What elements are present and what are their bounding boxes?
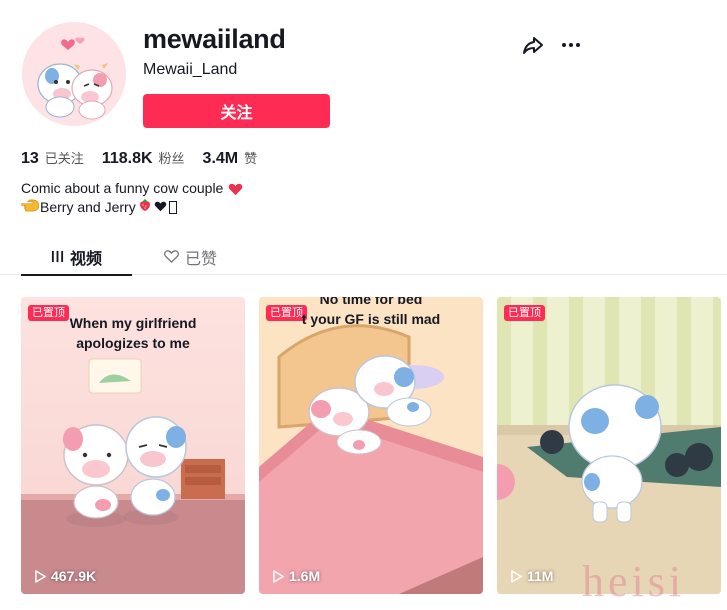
profile-bio: Comic about a funny cow couple Berry and… <box>21 179 243 217</box>
video-thumbnail <box>497 297 721 594</box>
video-card[interactable]: 已置顶 11M <box>497 297 721 594</box>
red-heart-icon <box>228 182 243 196</box>
profile-username: mewaiiland <box>143 24 286 54</box>
caption-line: No time for bed <box>319 297 423 307</box>
profile-stats: 13 已关注 118.8K 粉丝 3.4M 赞 <box>21 148 275 168</box>
view-count-text: 467.9K <box>51 568 97 584</box>
watermark-text: heisi <box>582 557 686 606</box>
bio-text: Comic about a funny cow couple <box>21 180 224 196</box>
caption-line: apologizes to me <box>76 335 190 351</box>
play-icon <box>511 569 522 583</box>
more-options-icon[interactable] <box>559 33 583 57</box>
video-grid: 已置顶 When my girlfriend apologizes to me … <box>21 297 727 594</box>
tab-liked[interactable]: 已赞 <box>158 238 223 275</box>
black-heart-icon <box>154 198 167 217</box>
video-thumbnail <box>259 297 483 594</box>
video-card[interactable]: 已置顶 When my girlfriend apologizes to me … <box>21 297 245 594</box>
profile-tabs: 视频 已赞 <box>0 238 727 276</box>
view-count: 467.9K <box>35 568 96 584</box>
stat-value: 118.8K <box>101 150 153 167</box>
stat-followers[interactable]: 118.8K 粉丝 <box>102 148 185 168</box>
view-count-text: 1.6M <box>289 568 321 584</box>
video-caption: When my girlfriend apologizes to me <box>21 313 245 353</box>
pointing-hand-icon <box>21 198 40 217</box>
profile-handle: Mewaii_Land <box>143 61 238 78</box>
view-count-text: 11M <box>527 568 554 584</box>
liked-heart-icon <box>164 250 179 263</box>
stat-label: 赞 <box>244 152 258 167</box>
tab-label: 视频 <box>69 248 102 268</box>
strawberry-icon <box>138 198 152 217</box>
stat-following[interactable]: 13 已关注 <box>21 148 84 168</box>
video-caption: No time for bed t your GF is still mad <box>259 297 483 329</box>
tab-label: 已赞 <box>185 248 218 268</box>
tab-videos[interactable]: 视频 <box>21 238 132 276</box>
view-count: 1.6M <box>273 568 320 584</box>
view-count: 11M <box>511 568 553 584</box>
play-icon <box>273 569 284 583</box>
follow-button[interactable]: 关注 <box>143 94 330 128</box>
pinned-badge: 已置顶 <box>504 305 545 321</box>
missing-glyph-icon <box>168 201 177 214</box>
bio-text: Berry and Jerry <box>40 199 136 215</box>
grid-icon <box>51 250 64 263</box>
stat-likes: 3.4M 赞 <box>203 148 258 168</box>
bio-line: Comic about a funny cow couple <box>21 179 243 198</box>
stat-label: 已关注 <box>44 152 84 167</box>
caption-line: t your GF is still mad <box>301 311 441 327</box>
caption-line: When my girlfriend <box>69 315 197 331</box>
bio-line: Berry and Jerry <box>21 198 243 217</box>
profile-avatar[interactable] <box>22 22 126 126</box>
video-card[interactable]: 已置顶 No time for bed t your GF is still m… <box>259 297 483 594</box>
play-icon <box>35 569 46 583</box>
stat-value: 3.4M <box>202 150 239 167</box>
stat-label: 粉丝 <box>158 152 185 167</box>
stat-value: 13 <box>21 150 39 167</box>
share-icon[interactable] <box>521 33 545 57</box>
